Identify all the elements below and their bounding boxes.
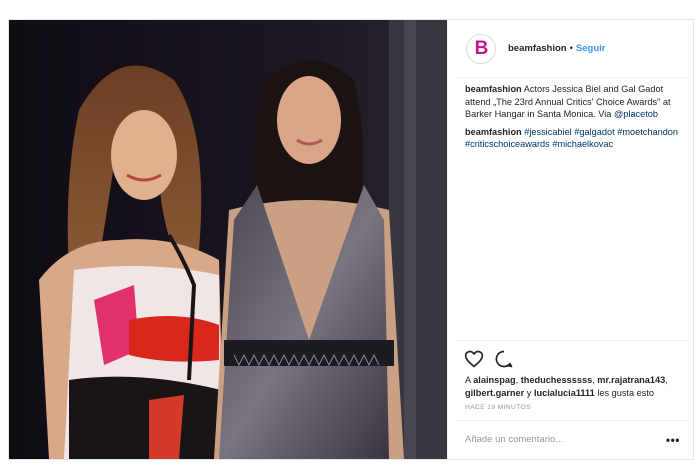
avatar[interactable]: B (466, 33, 496, 64)
likes-summary: A alainspag, theduchessssss, mr.rajatran… (465, 375, 668, 398)
liker[interactable]: lucialucia1111 (534, 388, 595, 398)
liker[interactable]: theduchessssss (521, 375, 593, 385)
hashtag[interactable]: #jessicabiel (524, 127, 572, 137)
comment-username[interactable]: beamfashion (465, 127, 522, 137)
hashtag[interactable]: #michaelkovac (552, 139, 613, 149)
follow-button[interactable]: Seguir (576, 43, 606, 54)
liker[interactable]: gilbert.garner (465, 388, 524, 398)
post-card: B beamfashion • Seguir beamfashion Actor… (8, 19, 694, 460)
post-sidebar: B beamfashion • Seguir beamfashion Actor… (447, 20, 693, 459)
hashtag[interactable]: #moetchandon (617, 127, 678, 137)
brand-logo: B (474, 37, 489, 59)
more-options-icon[interactable]: ••• (666, 433, 680, 447)
account-username[interactable]: beamfashion (508, 43, 567, 54)
caption-username[interactable]: beamfashion (465, 84, 522, 94)
caption: beamfashion Actors Jessica Biel and Gal … (465, 83, 687, 121)
action-bar (456, 340, 686, 369)
likes-suffix: les gusta esto (597, 387, 655, 398)
caption-area: beamfashion Actors Jessica Biel and Gal … (465, 83, 687, 156)
separator-dot: • (569, 43, 573, 54)
comment-bar: ••• (456, 420, 686, 458)
likes-prefix: A (465, 375, 471, 385)
hashtag-comment: beamfashion #jessicabiel #galgadot #moet… (465, 126, 687, 151)
likes-joiner: y (526, 387, 532, 398)
photo-illustration (9, 20, 447, 459)
post-photo[interactable] (9, 20, 447, 459)
liker[interactable]: mr.rajatrana143 (597, 375, 665, 385)
heart-outline-icon[interactable] (464, 349, 484, 369)
hashtag[interactable]: #criticschoiceawards (465, 139, 550, 149)
speech-bubble-icon[interactable] (494, 349, 514, 369)
post-header: B beamfashion • Seguir (456, 20, 686, 78)
comment-input[interactable] (465, 434, 650, 445)
caption-mention[interactable]: @placetob (614, 109, 658, 119)
liker[interactable]: alainspag (473, 375, 515, 385)
post-timestamp[interactable]: HACE 19 MINUTOS (465, 404, 531, 411)
hashtag[interactable]: #galgadot (574, 127, 614, 137)
